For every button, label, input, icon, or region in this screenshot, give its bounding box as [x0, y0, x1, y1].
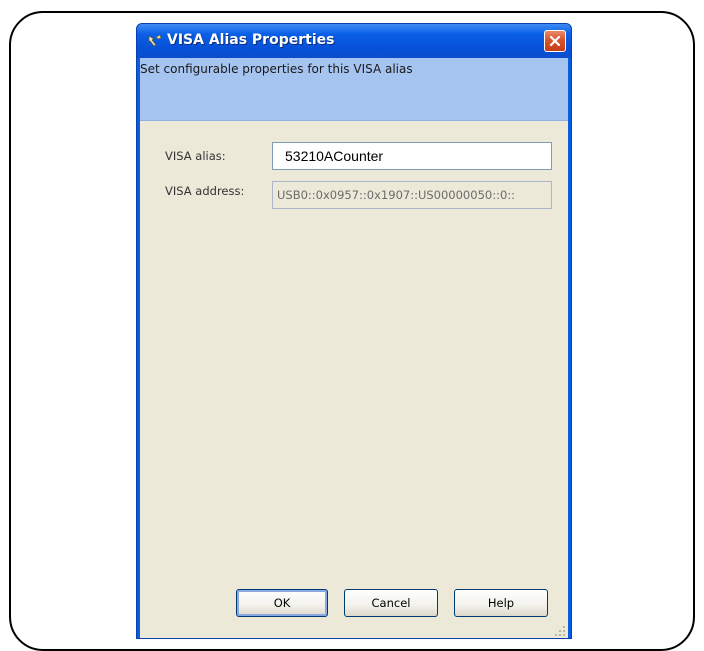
title-bar[interactable]: VISA Alias Properties: [137, 24, 571, 58]
close-icon: [549, 35, 561, 47]
visa-alias-label: VISA alias:: [165, 149, 226, 163]
resize-grip-icon[interactable]: [554, 624, 566, 636]
ok-button[interactable]: OK: [236, 589, 328, 617]
close-button[interactable]: [544, 30, 566, 52]
dialog-body: Set configurable properties for this VIS…: [140, 58, 568, 638]
help-button[interactable]: Help: [454, 589, 548, 617]
window-title: VISA Alias Properties: [167, 32, 335, 48]
description-banner: Set configurable properties for this VIS…: [140, 58, 568, 121]
banner-description: Set configurable properties for this VIS…: [140, 62, 413, 76]
dialog-window: VISA Alias Properties Set configurable p…: [136, 23, 572, 639]
visa-address-label: VISA address:: [165, 184, 245, 198]
cancel-button[interactable]: Cancel: [344, 589, 438, 617]
visa-alias-icon: [147, 33, 163, 49]
visa-alias-input[interactable]: [272, 142, 552, 170]
visa-address-field: [272, 181, 552, 209]
